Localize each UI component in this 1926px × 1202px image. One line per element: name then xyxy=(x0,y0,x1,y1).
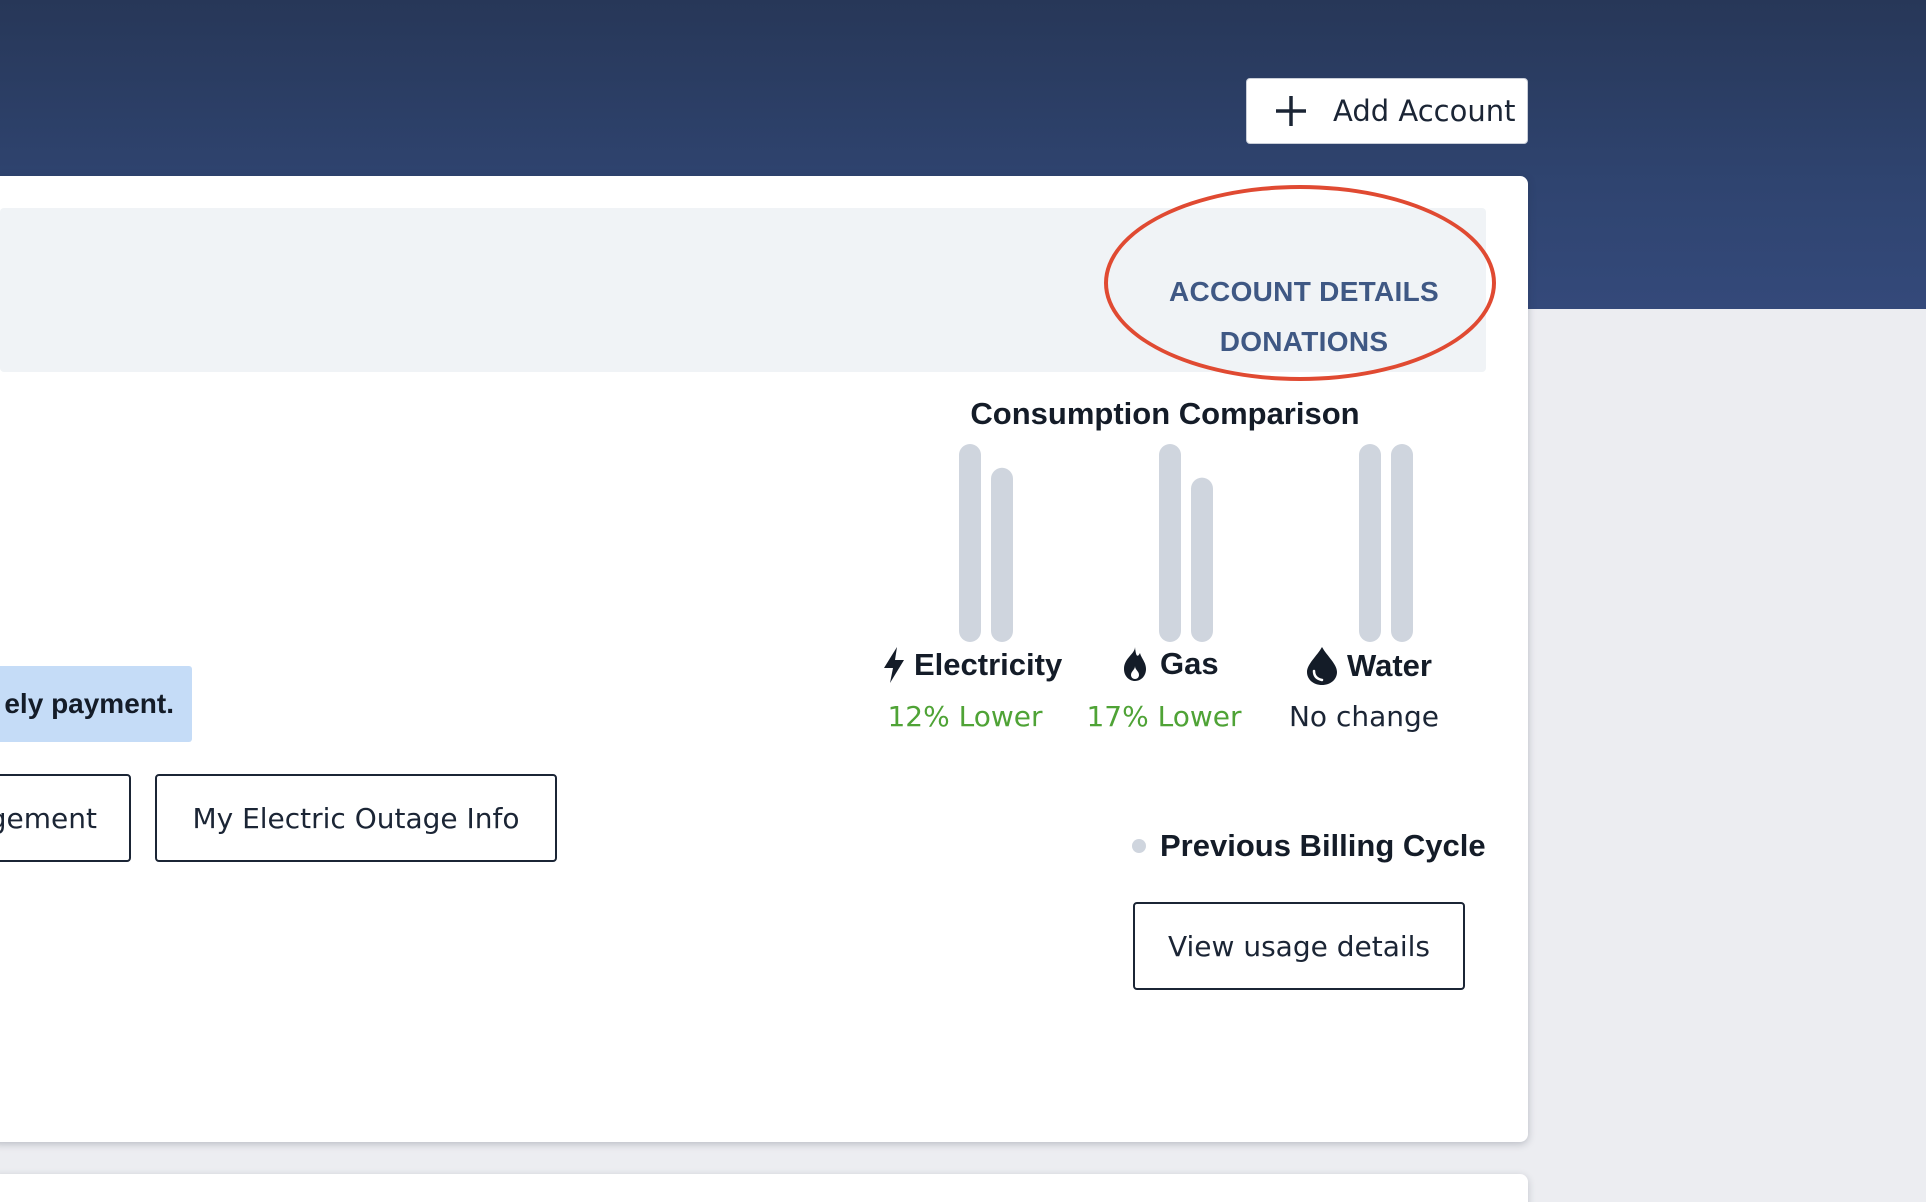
electricity-change-text: 12% Lower xyxy=(887,700,1043,733)
electricity-previous-bar xyxy=(959,444,981,642)
consumption-chart-title: Consumption Comparison xyxy=(970,396,1360,431)
consumption-chart xyxy=(959,444,1413,642)
payment-notice: ely payment. xyxy=(0,666,192,742)
view-usage-details-label: View usage details xyxy=(1167,929,1431,963)
gas-current-bar xyxy=(1191,477,1213,642)
electricity-label: Electricity xyxy=(882,646,1062,684)
view-usage-details-button[interactable]: View usage details xyxy=(1133,902,1465,990)
electric-outage-info-button[interactable]: My Electric Outage Info xyxy=(155,774,557,862)
gas-label-text: Gas xyxy=(1160,646,1219,681)
plus-icon xyxy=(1276,96,1306,126)
add-account-label: Add Account xyxy=(1333,94,1516,128)
water-label-text: Water xyxy=(1347,648,1432,683)
management-button[interactable]: gement xyxy=(0,774,131,862)
management-button-label: gement xyxy=(0,801,97,835)
payment-notice-text: ely payment. xyxy=(4,688,174,719)
account-card: ACCOUNT DETAILS DONATIONS xyxy=(0,176,1528,1142)
legend-label: Previous Billing Cycle xyxy=(1160,828,1486,863)
gas-previous-bar xyxy=(1159,444,1181,642)
water-change-text: No change xyxy=(1288,700,1440,733)
next-card xyxy=(0,1174,1528,1202)
legend-swatch xyxy=(1132,839,1146,853)
gas-change-text: 17% Lower xyxy=(1086,700,1242,733)
gas-label: Gas xyxy=(1118,646,1219,682)
water-current-bar xyxy=(1391,444,1413,642)
bolt-icon xyxy=(884,647,904,683)
chart-legend: Previous Billing Cycle xyxy=(1132,828,1486,864)
water-label: Water xyxy=(1305,646,1432,686)
add-account-button[interactable]: Add Account xyxy=(1246,78,1528,144)
account-card-header: ACCOUNT DETAILS DONATIONS xyxy=(0,208,1486,372)
water-previous-bar xyxy=(1359,444,1381,642)
electricity-label-text: Electricity xyxy=(914,647,1063,682)
donations-link[interactable]: DONATIONS xyxy=(1139,326,1469,358)
electricity-current-bar xyxy=(991,467,1013,642)
account-details-link[interactable]: ACCOUNT DETAILS xyxy=(1139,276,1469,308)
flame-icon xyxy=(1124,647,1146,681)
electric-outage-info-label: My Electric Outage Info xyxy=(192,801,520,835)
water-drop-icon xyxy=(1307,647,1337,685)
